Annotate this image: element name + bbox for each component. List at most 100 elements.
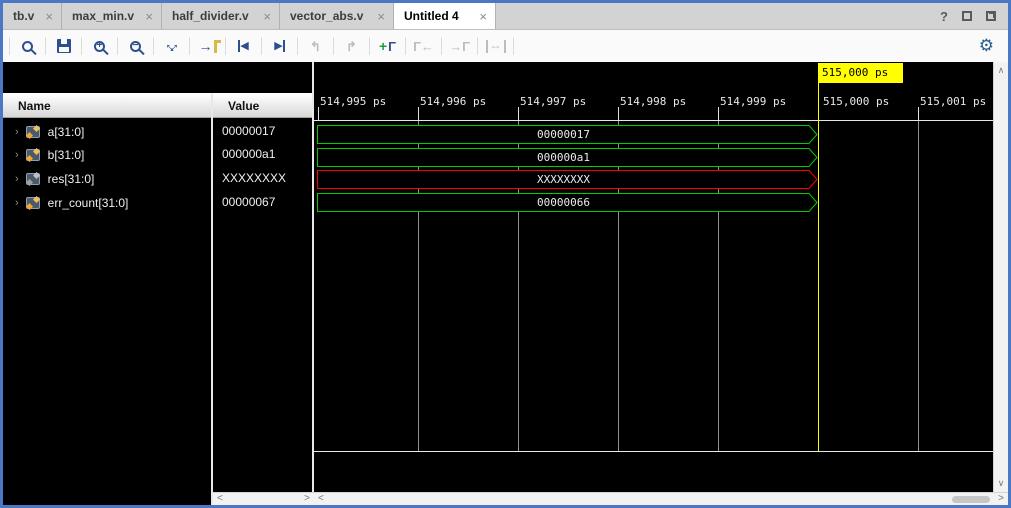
time-tick-mark bbox=[418, 107, 419, 120]
expand-caret-icon[interactable]: › bbox=[15, 197, 19, 209]
bus-transition-chevron bbox=[809, 148, 819, 167]
wave-bus-res: XXXXXXXX bbox=[317, 170, 819, 189]
settings-gear-icon[interactable]: ⚙ bbox=[979, 36, 994, 56]
toolbar-separator bbox=[261, 37, 262, 55]
scroll-left-icon[interactable]: < bbox=[318, 493, 324, 505]
time-tick-label: 514,995 ps bbox=[320, 95, 386, 108]
expand-caret-icon[interactable]: › bbox=[15, 149, 19, 161]
toolbar-separator bbox=[297, 37, 298, 55]
waveform-canvas[interactable]: 514,995 ps 514,996 ps 514,997 ps 514,998… bbox=[314, 62, 993, 505]
expand-caret-icon[interactable]: › bbox=[15, 173, 19, 185]
bus-value: 00000017 bbox=[318, 126, 809, 143]
wave-bus-b: 000000a1 bbox=[317, 148, 819, 167]
time-tick-mark bbox=[618, 107, 619, 120]
wave-horizontal-scrollbar[interactable]: < > bbox=[314, 492, 1008, 505]
zoom-out-icon[interactable]: − bbox=[124, 35, 147, 57]
toolbar-separator bbox=[189, 37, 190, 55]
time-axis-line bbox=[314, 120, 993, 121]
tab-close-icon[interactable]: × bbox=[377, 9, 385, 24]
tab-untitled-4[interactable]: Untitled 4 × bbox=[394, 3, 496, 29]
toolbar-separator bbox=[153, 37, 154, 55]
name-column-header[interactable]: Name bbox=[3, 93, 211, 118]
search-icon[interactable] bbox=[16, 35, 39, 57]
save-wave-config-icon[interactable] bbox=[52, 35, 75, 57]
vertical-scrollbar[interactable]: ∧ ∨ bbox=[993, 62, 1008, 492]
toolbar-separator bbox=[477, 37, 478, 55]
scroll-right-icon[interactable]: > bbox=[998, 493, 1004, 505]
wave-toolbar: + − ↔↔ → ◀ ▶ ↰ ↱ +Γ Γ← →Γ ↔ ⚙ bbox=[3, 30, 1008, 62]
time-tick-label: 514,998 ps bbox=[620, 95, 686, 108]
window-controls: ? bbox=[940, 3, 1008, 29]
toolbar-separator bbox=[117, 37, 118, 55]
tab-tb-v[interactable]: tb.v × bbox=[3, 3, 62, 29]
zoom-in-icon[interactable]: + bbox=[88, 35, 111, 57]
toolbar-separator bbox=[225, 37, 226, 55]
signal-value: 00000067 bbox=[213, 191, 312, 214]
tab-close-icon[interactable]: × bbox=[263, 9, 271, 24]
tab-close-icon[interactable]: × bbox=[45, 9, 53, 24]
scroll-right-icon[interactable]: > bbox=[304, 493, 310, 505]
tab-vector-abs-v[interactable]: vector_abs.v × bbox=[280, 3, 394, 29]
bus-value: XXXXXXXX bbox=[318, 171, 809, 188]
toolbar-separator bbox=[513, 37, 514, 55]
add-marker-icon[interactable]: +Γ bbox=[376, 35, 399, 57]
toolbar-separator bbox=[405, 37, 406, 55]
cursor-time-flag[interactable]: 515,000 ps bbox=[818, 63, 903, 83]
signal-row-a[interactable]: › a[31:0] bbox=[3, 120, 211, 143]
next-transition-icon[interactable]: ↱ bbox=[340, 35, 363, 57]
signal-row-b[interactable]: › b[31:0] bbox=[3, 143, 211, 166]
bus-transition-chevron bbox=[809, 125, 819, 144]
scroll-down-icon[interactable]: ∨ bbox=[998, 475, 1005, 492]
bus-signal-icon bbox=[26, 173, 40, 185]
signal-value: 000000a1 bbox=[213, 143, 312, 166]
tab-close-icon[interactable]: × bbox=[145, 9, 153, 24]
time-tick-mark bbox=[718, 107, 719, 120]
grid-line bbox=[918, 121, 919, 451]
next-marker-icon[interactable]: →Γ bbox=[448, 35, 471, 57]
time-tick-label: 514,996 ps bbox=[420, 95, 486, 108]
signal-name: res[31:0] bbox=[48, 172, 95, 186]
signal-row-res[interactable]: › res[31:0] bbox=[3, 167, 211, 190]
tab-label: half_divider.v bbox=[172, 9, 249, 23]
tab-bar: tb.v × max_min.v × half_divider.v × vect… bbox=[3, 3, 1008, 30]
bus-value: 00000066 bbox=[318, 194, 809, 211]
scrollbar-thumb[interactable] bbox=[952, 496, 990, 503]
tab-close-icon[interactable]: × bbox=[479, 9, 487, 24]
bus-signal-icon bbox=[26, 149, 40, 161]
expand-caret-icon[interactable]: › bbox=[15, 126, 19, 138]
zoom-to-cursor-icon[interactable]: → bbox=[196, 35, 219, 57]
scroll-up-icon[interactable]: ∧ bbox=[998, 62, 1005, 79]
signal-row-err-count[interactable]: › err_count[31:0] bbox=[3, 191, 211, 214]
signal-name-panel: Name › a[31:0] › b[31:0] › res[31:0] › e… bbox=[3, 62, 211, 505]
wave-bus-err-count: 00000066 bbox=[317, 193, 819, 212]
help-icon[interactable]: ? bbox=[940, 9, 948, 24]
tab-label: vector_abs.v bbox=[290, 9, 363, 23]
wave-area-bottom-line bbox=[314, 451, 993, 452]
toolbar-separator bbox=[333, 37, 334, 55]
scroll-left-icon[interactable]: < bbox=[217, 493, 223, 505]
go-to-last-time-icon[interactable]: ▶ bbox=[268, 35, 291, 57]
toolbar-separator bbox=[441, 37, 442, 55]
time-tick-mark bbox=[518, 107, 519, 120]
zoom-fit-icon[interactable]: ↔↔ bbox=[160, 35, 183, 57]
tab-label: max_min.v bbox=[72, 9, 134, 23]
signal-name: b[31:0] bbox=[48, 148, 85, 162]
go-to-time-0-icon[interactable]: ◀ bbox=[232, 35, 255, 57]
previous-marker-icon[interactable]: Γ← bbox=[412, 35, 435, 57]
time-tick-label: 515,001 ps bbox=[920, 95, 986, 108]
time-tick-mark bbox=[918, 107, 919, 120]
toolbar-separator bbox=[81, 37, 82, 55]
value-column-header[interactable]: Value bbox=[213, 93, 312, 118]
tab-half-divider-v[interactable]: half_divider.v × bbox=[162, 3, 280, 29]
tab-label: tb.v bbox=[13, 9, 34, 23]
maximize-icon[interactable] bbox=[962, 11, 972, 21]
wave-bus-a: 00000017 bbox=[317, 125, 819, 144]
swap-cursors-icon[interactable]: ↔ bbox=[484, 35, 507, 57]
tab-max-min-v[interactable]: max_min.v × bbox=[62, 3, 162, 29]
bus-value: 000000a1 bbox=[318, 149, 809, 166]
previous-transition-icon[interactable]: ↰ bbox=[304, 35, 327, 57]
bus-signal-icon bbox=[26, 197, 40, 209]
time-tick-label: 514,999 ps bbox=[720, 95, 786, 108]
float-window-icon[interactable] bbox=[986, 11, 996, 21]
value-horizontal-scrollbar[interactable]: < > bbox=[213, 492, 314, 505]
